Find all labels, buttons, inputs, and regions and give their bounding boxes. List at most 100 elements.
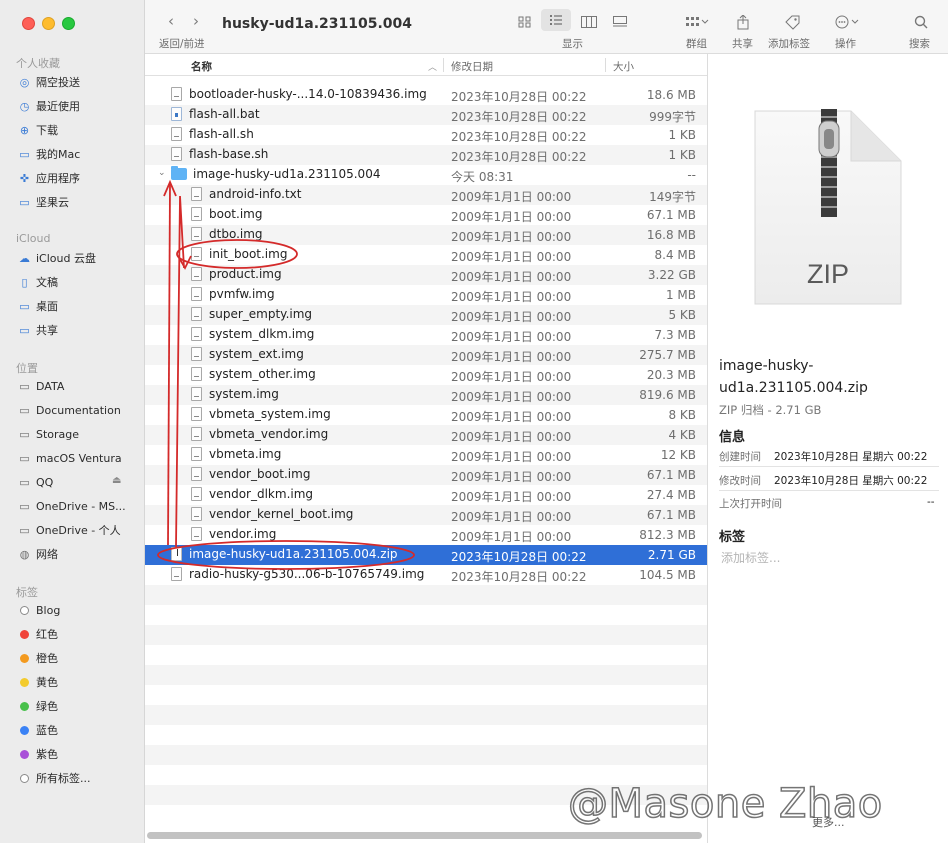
gallery-view-icon[interactable] [610,12,630,32]
group-icon[interactable] [682,12,712,32]
sidebar-tag-6[interactable]: 紫色 [18,744,58,764]
file-date: 2023年10月28日 00:22 [451,90,587,104]
table-row[interactable]: dtbo.img 2009年1月1日 00:00 16.8 MB [145,225,707,245]
table-row[interactable]: system.img 2009年1月1日 00:00 819.6 MB [145,385,707,405]
column-date-header[interactable]: 修改日期 [451,59,493,74]
zip-file-icon [171,547,182,561]
file-icon [191,507,202,521]
file-name-cell: flash-all.bat [171,107,260,121]
column-name-header[interactable]: 名称 [191,59,212,74]
icon-view-icon[interactable] [515,12,535,32]
sidebar-item-favorites-5[interactable]: ▭ 坚果云 [18,192,69,212]
disclosure-triangle-icon[interactable]: ⌄ [158,168,166,178]
table-row[interactable]: super_empty.img 2009年1月1日 00:00 5 KB [145,305,707,325]
tag-color-dot [20,677,29,687]
sidebar-item-locations-6[interactable]: ▭ OneDrive - 个人 [18,520,120,540]
sidebar-item-icloud-3[interactable]: ▭ 共享 [18,320,58,340]
tag-color-dot [20,701,29,711]
sidebar-tag-5[interactable]: 蓝色 [18,720,58,740]
file-name-cell: vendor_kernel_boot.img [191,507,353,521]
minimize-window-button[interactable] [42,17,55,30]
table-row[interactable]: system_other.img 2009年1月1日 00:00 20.3 MB [145,365,707,385]
file-date: 2009年1月1日 00:00 [451,430,572,444]
sidebar-tag-3[interactable]: 黄色 [18,672,58,692]
sidebar-item-locations-7[interactable]: ◍ 网络 [18,544,58,564]
sidebar: 个人收藏 ◎ 隔空投送 ◷ 最近使用 ⊕ 下载 ▭ 我的Mac ✜ 应用程序 ▭ 坚果云 iCloud… [0,0,145,843]
sidebar-tag-label: 橙色 [36,652,58,665]
file-size: 7.3 MB [654,328,696,342]
sidebar-tag-7[interactable]: 所有标签... [18,768,91,788]
table-row[interactable]: system_dlkm.img 2009年1月1日 00:00 7.3 MB [145,325,707,345]
column-size-header[interactable]: 大小 [613,59,634,74]
table-row[interactable]: init_boot.img 2009年1月1日 00:00 8.4 MB [145,245,707,265]
table-row[interactable]: system_ext.img 2009年1月1日 00:00 275.7 MB [145,345,707,365]
sidebar-item-locations-0[interactable]: ▭ DATA [18,376,64,396]
close-window-button[interactable] [22,17,35,30]
share-icon[interactable] [735,12,751,32]
forward-button[interactable]: › [193,12,199,30]
table-row[interactable]: flash-all.bat 2023年10月28日 00:22 999字节 [145,105,707,125]
horizontal-scrollbar[interactable] [147,832,702,839]
sidebar-item-favorites-3[interactable]: ▭ 我的Mac [18,144,80,164]
file-name-cell: super_empty.img [191,307,312,321]
search-icon[interactable] [912,12,930,32]
sidebar-item-locations-2[interactable]: ▭ Storage [18,424,79,444]
sidebar-item-favorites-2[interactable]: ⊕ 下载 [18,120,58,140]
file-date: 2023年10月28日 00:22 [451,130,587,144]
column-view-icon[interactable] [579,12,599,32]
preview-pane: ZIP image-husky- ud1a.231105.004.zip ZIP… [708,54,948,843]
table-row[interactable]: vendor_boot.img 2009年1月1日 00:00 67.1 MB [145,465,707,485]
table-row[interactable]: pvmfw.img 2009年1月1日 00:00 1 MB [145,285,707,305]
table-row[interactable]: boot.img 2009年1月1日 00:00 67.1 MB [145,205,707,225]
action-icon[interactable] [833,12,863,32]
back-button[interactable]: ‹ [168,12,174,30]
file-size: 275.7 MB [639,348,696,362]
table-row[interactable]: bootloader-husky-...14.0-10839436.img 202… [145,85,707,105]
eject-icon[interactable]: ⏏ [112,475,121,486]
sidebar-item-favorites-1[interactable]: ◷ 最近使用 [18,96,80,116]
sidebar-tag-4[interactable]: 绿色 [18,696,58,716]
sidebar-item-locations-1[interactable]: ▭ Documentation [18,400,121,420]
sidebar-item-locations-5[interactable]: ▭ OneDrive - MS... [18,496,125,516]
table-row[interactable]: product.img 2009年1月1日 00:00 3.22 GB [145,265,707,285]
zoom-window-button[interactable] [62,17,75,30]
sidebar-item-favorites-0[interactable]: ◎ 隔空投送 [18,72,80,92]
file-name: system.img [209,387,279,401]
table-row[interactable]: flash-base.sh 2023年10月28日 00:22 1 KB [145,145,707,165]
file-date: 2009年1月1日 00:00 [451,350,572,364]
sidebar-tag-2[interactable]: 橙色 [18,648,58,668]
sidebar-item-label: DATA [36,379,65,393]
file-size: 67.1 MB [646,508,696,522]
list-view-icon[interactable] [541,9,571,31]
tag-color-dot [20,773,29,783]
sidebar-item-favorites-4[interactable]: ✜ 应用程序 [18,168,80,188]
table-row[interactable]: android-info.txt 2009年1月1日 00:00 149字节 [145,185,707,205]
add-tags-field[interactable]: 添加标签... [721,549,780,566]
sidebar-tag-0[interactable]: Blog [18,600,60,620]
file-name: bootloader-husky-...14.0-10839436.img [189,87,427,101]
sidebar-item-locations-4[interactable]: ▭ QQ [18,472,53,492]
sidebar-item-icloud-2[interactable]: ▭ 桌面 [18,296,58,316]
file-name-cell: flash-base.sh [171,147,268,161]
table-row[interactable]: image-husky-ud1a.231105.004.zip 2023年10月2… [145,545,707,565]
table-row[interactable]: vendor.img 2009年1月1日 00:00 812.3 MB [145,525,707,545]
file-list: 名称 ︿ 修改日期 大小 bootloader-husky-...14.0-10… [145,54,708,843]
empty-row [145,645,707,665]
tag-icon[interactable] [783,12,801,32]
file-name: vendor.img [209,527,277,541]
table-row[interactable]: vendor_dlkm.img 2009年1月1日 00:00 27.4 MB [145,485,707,505]
zip-icon-label: ZIP [806,259,849,289]
file-name: image-husky-ud1a.231105.004 [193,167,381,181]
sidebar-item-locations-3[interactable]: ▭ macOS Ventura [18,448,121,468]
table-row[interactable]: vendor_kernel_boot.img 2009年1月1日 00:00 67.… [145,505,707,525]
table-row[interactable]: ⌄ image-husky-ud1a.231105.004 今天 08:31 -- [145,165,707,185]
sidebar-item-icloud-1[interactable]: ▯ 文稿 [18,272,58,292]
table-row[interactable]: vbmeta.img 2009年1月1日 00:00 12 KB [145,445,707,465]
file-name-cell: init_boot.img [191,247,287,261]
sidebar-item-icloud-0[interactable]: ☁ iCloud 云盘 [18,248,96,268]
table-row[interactable]: vbmeta_system.img 2009年1月1日 00:00 8 KB [145,405,707,425]
table-row[interactable]: vbmeta_vendor.img 2009年1月1日 00:00 4 KB [145,425,707,445]
table-row[interactable]: flash-all.sh 2023年10月28日 00:22 1 KB [145,125,707,145]
table-row[interactable]: radio-husky-g530...06-b-10765749.img 2023… [145,565,707,585]
sidebar-tag-1[interactable]: 红色 [18,624,58,644]
